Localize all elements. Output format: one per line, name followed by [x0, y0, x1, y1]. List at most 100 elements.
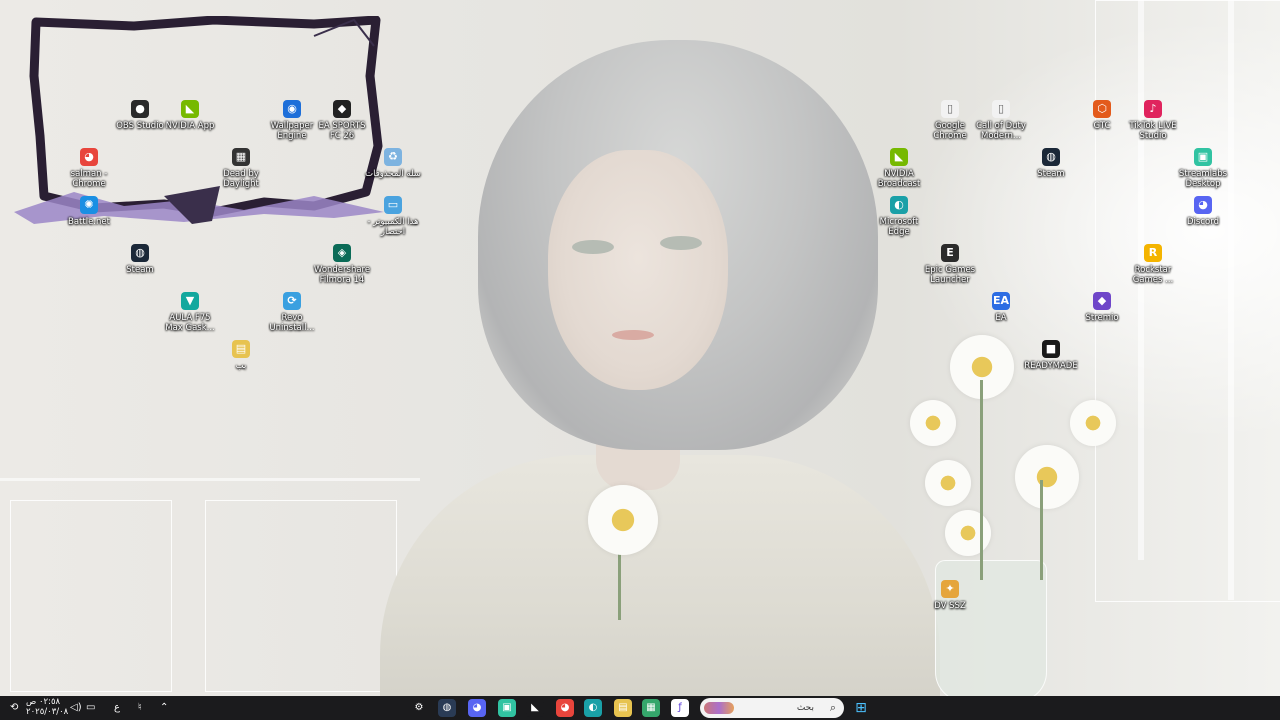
- language-indicator[interactable]: ع: [114, 699, 120, 717]
- file-shortcut-icon: ▯: [992, 100, 1010, 118]
- taskbar-chrome-icon[interactable]: ◕: [556, 699, 574, 717]
- desktop-shortcut-nvbroadcast[interactable]: ◣ NVIDIA Broadcast: [870, 148, 928, 189]
- desktop-shortcut-steam2[interactable]: ◍ Steam: [1022, 148, 1080, 179]
- desktop-shortcut-label: Call of Duty Modern...: [976, 121, 1026, 141]
- desktop-shortcut-label: GTC: [1093, 121, 1111, 131]
- recycle-bin-icon: ♻: [384, 148, 402, 166]
- taskbar-steam-icon[interactable]: ◍: [438, 699, 456, 717]
- search-input[interactable]: بحث ⌕: [700, 698, 844, 718]
- desktop-shortcut-cod[interactable]: ▯ Call of Duty Modern...: [972, 100, 1030, 141]
- desktop-shortcut-rockstar[interactable]: R Rockstar Games ...: [1124, 244, 1182, 285]
- stremio-icon: ◆: [1093, 292, 1111, 310]
- desktop-shortcut-eafc[interactable]: ◆ EA SPORTS FC 26: [313, 100, 371, 141]
- taskbar-discord-icon[interactable]: ◕: [468, 699, 486, 717]
- nvidia-broadcast-icon: ◣: [890, 148, 908, 166]
- filmora-icon: ◈: [333, 244, 351, 262]
- wallpaper-engine-icon: ◉: [283, 100, 301, 118]
- revo-uninstaller-icon: ⟳: [283, 292, 301, 310]
- desktop-shortcut-label: سلة المحذوفات: [365, 169, 421, 179]
- steam-icon: ◍: [131, 244, 149, 262]
- clock-date: ٢٠٢٥/٠٣/٠٨: [26, 707, 69, 717]
- desktop-shortcut-battlenet[interactable]: ✺ Battle.net: [60, 196, 118, 227]
- desktop-shortcut-label: Revo Uninstall...: [269, 313, 315, 333]
- rockstar-icon: R: [1144, 244, 1162, 262]
- taskbar-app-icon[interactable]: ƒ: [671, 699, 689, 717]
- taskbar-folder-icon[interactable]: ▤: [614, 699, 632, 717]
- flower-stem: [980, 380, 983, 580]
- desktop-shortcut-ea[interactable]: EA EA: [972, 292, 1030, 323]
- desktop-shortcut-label: هذا الكمبيوتر - اختصار: [367, 217, 419, 237]
- face-shape: [548, 150, 728, 390]
- desktop-shortcut-streamlabs[interactable]: ▣ Streamlabs Desktop: [1174, 148, 1232, 189]
- network-icon[interactable]: ⟲: [10, 699, 18, 717]
- desktop-shortcut-gchrome[interactable]: ▯ Google Chrome: [921, 100, 979, 141]
- dv-ssz-icon: ✦: [941, 580, 959, 598]
- taskbar: ⟲ ٠٢:٥٨ ص ٢٠٢٥/٠٣/٠٨ ◁) ▭ ع ♮ ⌃ ⚙ ◍ ◕ ▣ ◣ ◕ ◐…: [0, 696, 1280, 720]
- taskbar-streamlabs-icon[interactable]: ▣: [498, 699, 516, 717]
- desktop-shortcut-nvapp[interactable]: ◣ NVIDIA App: [161, 100, 219, 131]
- wall-panel: [10, 500, 172, 692]
- folder-icon: ▤: [232, 340, 250, 358]
- desktop-shortcut-aura[interactable]: ▼ AULA F75 Max Gask...: [161, 292, 219, 333]
- desktop-shortcut-label: Wondershare Filmora 14: [313, 265, 371, 285]
- desktop-shortcut-chrome_user[interactable]: ◕ salman - Chrome: [60, 148, 118, 189]
- desktop-shortcut-readymade[interactable]: ■ READYMADE: [1022, 340, 1080, 371]
- desktop-shortcut-label: Epic Games Launcher: [924, 265, 976, 285]
- volume-icon[interactable]: ◁): [70, 699, 82, 717]
- this-pc-icon: ▭: [384, 196, 402, 214]
- search-placeholder: بحث: [796, 703, 814, 713]
- aula-keyboard-icon: ▼: [181, 292, 199, 310]
- desktop-shortcut-pc[interactable]: ▭ هذا الكمبيوتر - اختصار: [364, 196, 422, 237]
- desktop-shortcut-label: Streamlabs Desktop: [1178, 169, 1228, 189]
- desktop-shortcut-label: TikTok LIVE Studio: [1129, 121, 1177, 141]
- chrome-icon: ◕: [80, 148, 98, 166]
- search-icon: ⌕: [829, 701, 836, 714]
- desktop-shortcut-revo[interactable]: ⟳ Revo Uninstall...: [263, 292, 321, 333]
- daisy: [1015, 445, 1079, 509]
- nvidia-icon: ◣: [181, 100, 199, 118]
- daisy: [910, 400, 956, 446]
- settings-gear-icon[interactable]: ⚙: [410, 699, 428, 717]
- taskbar-nvidia-icon[interactable]: ◣: [526, 699, 544, 717]
- search-highlight-image: [704, 702, 734, 714]
- desktop-shortcut-label: Steam: [126, 265, 154, 275]
- chevron-up-icon[interactable]: ⌃: [160, 699, 168, 717]
- clock[interactable]: ٠٢:٥٨ ص ٢٠٢٥/٠٣/٠٨: [26, 697, 68, 717]
- mouth: [612, 330, 654, 340]
- taskbar-store-icon[interactable]: ▦: [642, 699, 660, 717]
- desktop-shortcut-label: Steam: [1037, 169, 1065, 179]
- desktop-shortcut-label: DV SSZ: [934, 601, 966, 611]
- desktop-shortcut-gtc[interactable]: ⬡ GTC: [1073, 100, 1131, 131]
- microphone-icon[interactable]: ♮: [138, 699, 142, 717]
- desktop-shortcut-stremio[interactable]: ◆ Stremio: [1073, 292, 1131, 323]
- desktop-shortcut-dbd[interactable]: ▦ Dead by Daylight: [212, 148, 270, 189]
- desktop-shortcut-label: Dead by Daylight: [223, 169, 259, 189]
- file-shortcut-icon: ▯: [941, 100, 959, 118]
- desktop-shortcut-label: AULA F75 Max Gask...: [165, 313, 215, 333]
- desktop-shortcut-folder[interactable]: ▤ بب: [212, 340, 270, 371]
- taskbar-edge-icon[interactable]: ◐: [584, 699, 602, 717]
- desktop-shortcut-filmora[interactable]: ◈ Wondershare Filmora 14: [313, 244, 371, 285]
- readymade-icon: ■: [1042, 340, 1060, 358]
- desktop-shortcut-edge[interactable]: ◐ Microsoft Edge: [870, 196, 928, 237]
- desktop-shortcut-recycle[interactable]: ♻ سلة المحذوفات: [364, 148, 422, 179]
- desktop-shortcut-label: Google Chrome: [933, 121, 967, 141]
- desktop-shortcut-tiktok[interactable]: ♪ TikTok LIVE Studio: [1124, 100, 1182, 141]
- desktop-shortcut-dvssz[interactable]: ✦ DV SSZ: [921, 580, 979, 611]
- steam-icon: ◍: [1042, 148, 1060, 166]
- desktop-shortcut-steam1[interactable]: ◍ Steam: [111, 244, 169, 275]
- epic-games-icon: E: [941, 244, 959, 262]
- display-icon[interactable]: ▭: [86, 699, 95, 717]
- desktop-shortcut-discord[interactable]: ◕ Discord: [1174, 196, 1232, 227]
- start-windows-icon[interactable]: ⊞: [852, 699, 870, 717]
- desktop-shortcut-epic[interactable]: E Epic Games Launcher: [921, 244, 979, 285]
- dress-shape: [380, 455, 940, 696]
- desktop-shortcut-label: NVIDIA App: [165, 121, 215, 131]
- held-daisy: [588, 485, 658, 555]
- desktop-shortcut-label: EA SPORTS FC 26: [318, 121, 366, 141]
- daisy: [925, 460, 971, 506]
- edge-icon: ◐: [890, 196, 908, 214]
- flower-stem: [1040, 480, 1043, 580]
- wall-molding: [0, 478, 420, 481]
- obs-icon: ●: [131, 100, 149, 118]
